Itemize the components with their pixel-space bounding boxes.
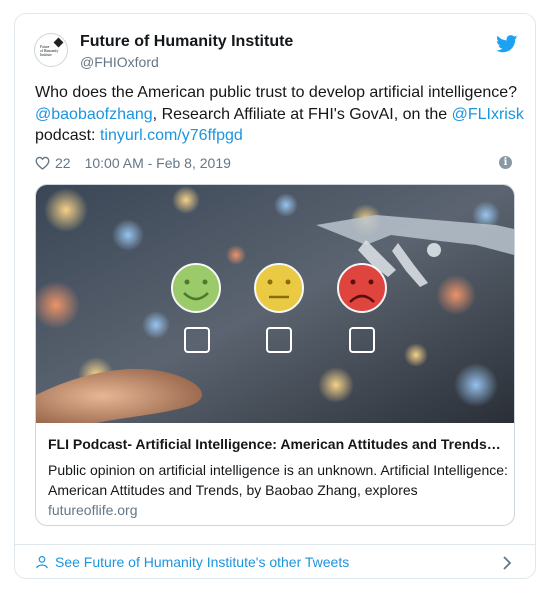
tweet-meta: 22 10:00 AM - Feb 8, 2019 — [35, 154, 231, 172]
heart-icon[interactable] — [35, 156, 50, 170]
mention-link[interactable]: @baobaofzhang — [35, 106, 153, 123]
tweet-text-intro: Who does the American public trust to de… — [35, 84, 518, 101]
see-other-tweets-link[interactable]: See Future of Humanity Institute's other… — [35, 552, 515, 572]
tweet-card: Future of Humanity Institute Future of Hum… — [14, 13, 536, 579]
person-icon — [36, 555, 48, 569]
tweet-text: Who does the American public trust to de… — [35, 82, 525, 147]
sad-face-icon — [337, 263, 387, 313]
link-preview-card[interactable]: FLI Podcast- Artificial Intelligence: Am… — [35, 184, 515, 526]
like-count[interactable]: 22 — [55, 155, 71, 171]
link-card-description: Public opinion on artificial intelligenc… — [48, 462, 508, 498]
url-link[interactable]: tinyurl.com/y76ffpgd — [100, 127, 243, 144]
happy-face-icon — [171, 263, 221, 313]
account-handle[interactable]: @FHIOxford — [80, 54, 159, 70]
avatar-logo-text: Future of Humanity Institute — [40, 45, 59, 57]
see-other-tweets-label[interactable]: See Future of Humanity Institute's other… — [55, 554, 349, 570]
tweet-text-after: podcast: — [35, 127, 100, 144]
tweet-text-mid: , Research Affiliate at FHI's GovAI, on … — [152, 105, 452, 123]
divider — [15, 544, 535, 545]
neutral-face-icon — [254, 263, 304, 313]
avatar[interactable]: Future of Humanity Institute — [34, 33, 68, 67]
timestamp[interactable]: 10:00 AM - Feb 8, 2019 — [85, 155, 231, 171]
preview-image — [36, 185, 514, 423]
link-card-domain: futureoflife.org — [48, 502, 138, 518]
chevron-right-icon[interactable] — [502, 556, 512, 570]
account-name[interactable]: Future of Humanity Institute — [80, 33, 293, 51]
mention-link[interactable]: @FLIxrisk — [452, 106, 524, 123]
info-icon[interactable]: i — [499, 156, 512, 169]
twitter-bird-icon[interactable] — [496, 35, 518, 53]
link-card-title[interactable]: FLI Podcast- Artificial Intelligence: Am… — [48, 436, 504, 452]
